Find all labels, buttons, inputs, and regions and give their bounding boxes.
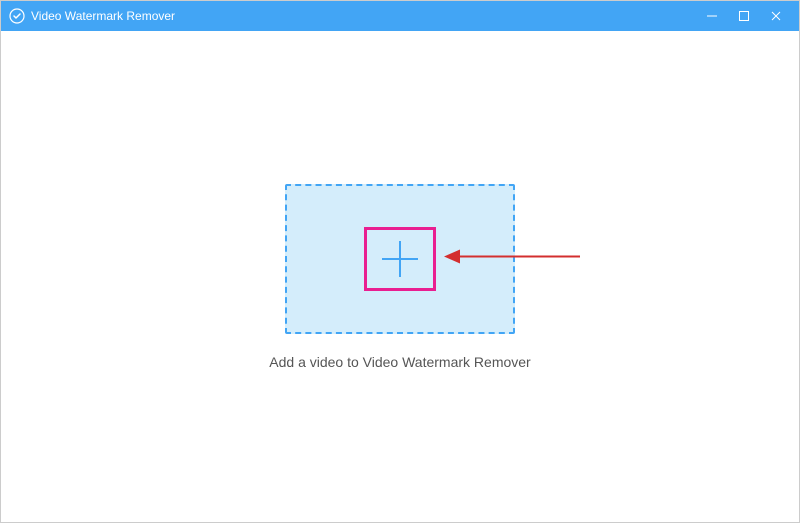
annotation-arrow-icon: [442, 246, 582, 271]
instruction-text: Add a video to Video Watermark Remover: [269, 354, 530, 370]
plus-icon: [378, 237, 422, 281]
close-button[interactable]: [767, 7, 785, 25]
app-title: Video Watermark Remover: [31, 9, 175, 23]
main-content: Add a video to Video Watermark Remover: [1, 31, 799, 522]
add-video-plus: [372, 231, 428, 287]
minimize-button[interactable]: [703, 7, 721, 25]
window-controls: [703, 7, 791, 25]
app-window: Video Watermark Remover: [0, 0, 800, 523]
titlebar-left: Video Watermark Remover: [9, 8, 175, 24]
titlebar: Video Watermark Remover: [1, 1, 799, 31]
app-logo-icon: [9, 8, 25, 24]
maximize-button[interactable]: [735, 7, 753, 25]
add-video-dropzone[interactable]: [285, 184, 515, 334]
